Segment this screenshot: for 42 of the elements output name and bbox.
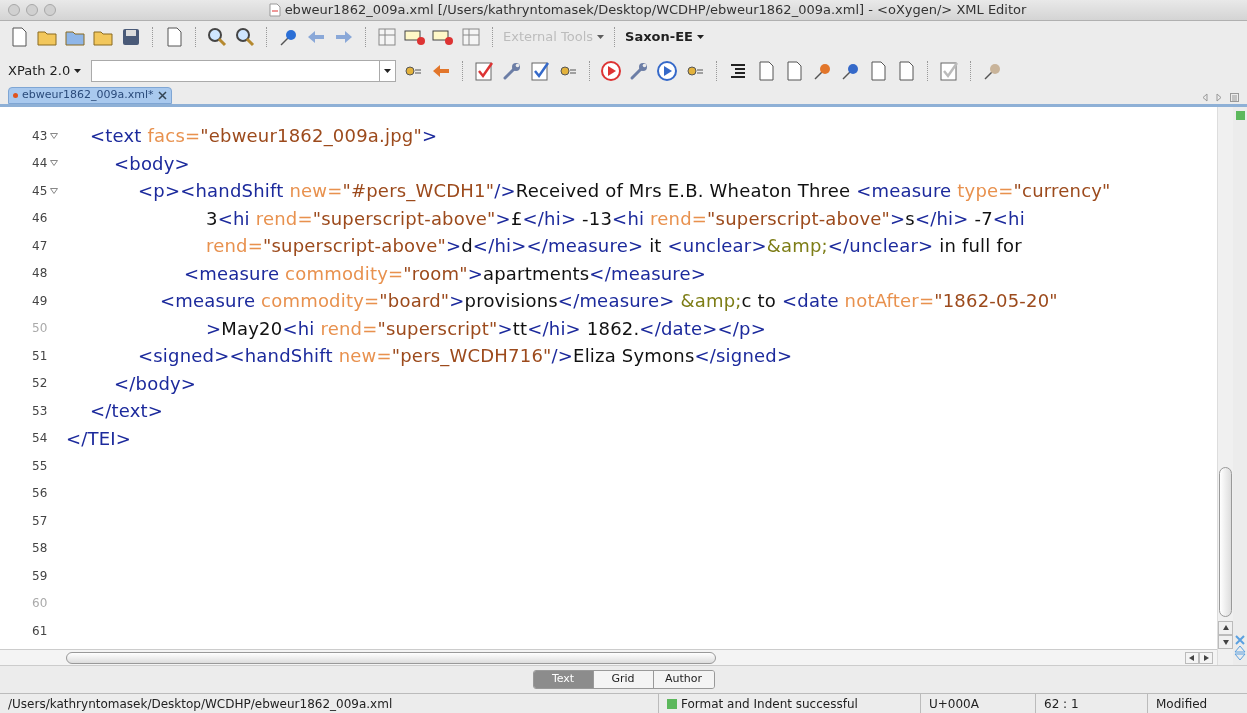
document-state: Modified bbox=[1147, 694, 1247, 713]
line-number: 60 bbox=[32, 595, 48, 613]
status-message: Format and Indent successful bbox=[681, 695, 858, 713]
transformer-dropdown[interactable]: Saxon-EE bbox=[625, 27, 704, 47]
line-number: 48 bbox=[32, 265, 48, 283]
line-number: 47 bbox=[32, 237, 48, 255]
code-line: <measure commodity="board">provisions</measure> &amp;c to <date notAfter="1862-05-20" bbox=[160, 289, 1058, 314]
window-title: ebweur1862_009a.xml [/Users/kathryntomasek/Desktop/WCDHP/ebweur1862_009a.xml] - <oXygen/> XML Editor bbox=[284, 1, 1027, 20]
code-line: <signed><handShift new="pers_WCDH716"/>Eliza Symons</signed> bbox=[138, 344, 793, 369]
code-line: <text facs="ebweur1862_009a.jpg"> bbox=[90, 124, 438, 149]
code-line: >May20<hi rend="superscript">tt</hi> 1862.</date></p> bbox=[206, 316, 767, 341]
code-line: <measure commodity="room">apartments</measure> bbox=[184, 261, 707, 286]
line-number: 59 bbox=[32, 567, 48, 585]
xpath-version-dropdown[interactable]: XPath 2.0 bbox=[8, 61, 86, 81]
line-number: 51 bbox=[32, 347, 48, 365]
line-number: 56 bbox=[32, 485, 48, 503]
cursor-position: 62 : 1 bbox=[1035, 694, 1147, 713]
code-line: </body> bbox=[114, 371, 197, 396]
code-line: </TEI> bbox=[66, 426, 132, 451]
line-number: 49 bbox=[32, 292, 48, 310]
line-number: 44 bbox=[32, 155, 48, 173]
line-number: 50 bbox=[32, 320, 48, 338]
line-number: 52 bbox=[32, 375, 48, 393]
line-number: 61 bbox=[32, 622, 48, 640]
editor-tab[interactable]: ebweur1862_009a.xml* bbox=[8, 87, 172, 104]
view-mode-tab[interactable]: Author bbox=[653, 671, 714, 688]
line-number: 43 bbox=[32, 127, 48, 145]
line-number: 46 bbox=[32, 210, 48, 228]
line-number: 57 bbox=[32, 512, 48, 530]
line-number: 55 bbox=[32, 457, 48, 475]
code-line: <p><handShift new="#pers_WCDH1"/>Received of Mrs E.B. Wheaton Three <measure type="currency" bbox=[138, 179, 1111, 204]
code-line: rend="superscript-above">d</hi></measure> it <unclear>&amp;</unclear> in full for bbox=[206, 234, 1022, 259]
file-path: /Users/kathryntomasek/Desktop/WCDHP/ebweur1862_009a.xml bbox=[7, 695, 394, 713]
line-number: 53 bbox=[32, 402, 48, 420]
line-number: 54 bbox=[32, 430, 48, 448]
code-line: 3<hi rend="superscript-above">£</hi> -13<hi rend="superscript-above">s</hi> -7<hi bbox=[206, 206, 1025, 231]
line-number: 58 bbox=[32, 540, 48, 558]
code-line: <body> bbox=[114, 151, 190, 176]
unicode-indicator: U+000A bbox=[920, 694, 1035, 713]
line-number: 45 bbox=[32, 182, 48, 200]
view-mode-tab[interactable]: Grid bbox=[593, 671, 654, 688]
code-line: </text> bbox=[90, 399, 164, 424]
